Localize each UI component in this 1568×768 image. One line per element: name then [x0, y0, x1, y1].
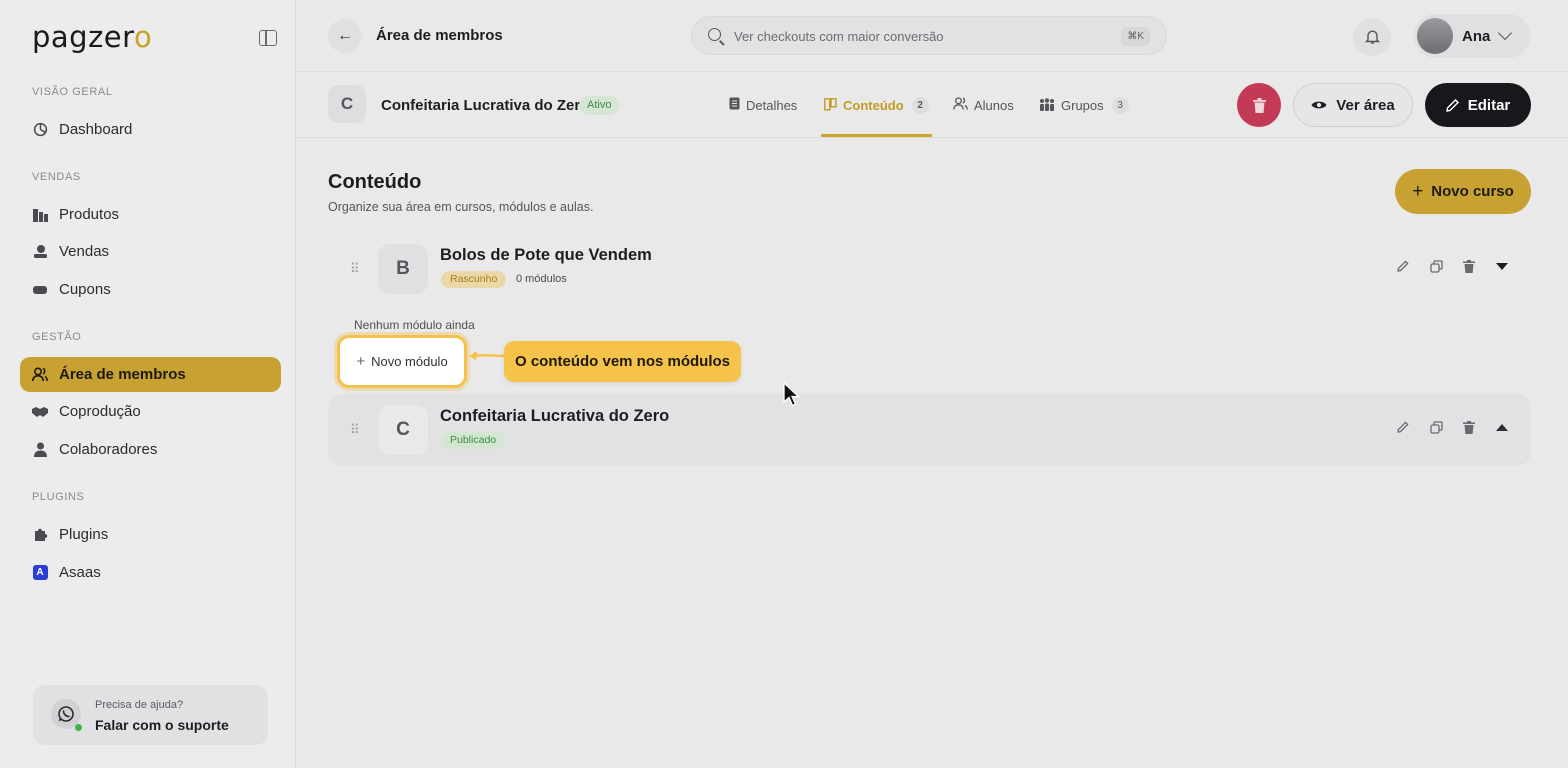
course-header: C Confeitaria Lucrativa do Zero Ativo De… — [297, 73, 1568, 138]
online-status-dot — [75, 724, 82, 731]
group-icon — [1039, 97, 1055, 114]
sidebar-item-produtos[interactable]: Produtos — [20, 197, 281, 232]
content-title: Conteúdo — [328, 171, 422, 193]
edit-button[interactable]: Editar — [1425, 83, 1531, 127]
arrow-left-icon: ← — [337, 27, 353, 44]
sidebar: pagzero VISÃO GERAL Dashboard VENDAS Pro… — [0, 0, 296, 768]
tab-grupos[interactable]: Grupos 3 — [1039, 97, 1129, 114]
puzzle-icon — [32, 527, 48, 543]
course-row[interactable]: ⠿ C Confeitaria Lucrativa do Zero Public… — [328, 394, 1531, 466]
pencil-icon — [1445, 98, 1459, 112]
user-menu[interactable]: Ana — [1414, 14, 1530, 58]
tab-conteudo[interactable]: Conteúdo 2 — [824, 97, 929, 114]
page-title: Área de membros — [376, 27, 503, 44]
empty-modules-text: Nenhum módulo ainda — [354, 318, 475, 332]
sidebar-item-asaas[interactable]: A Asaas — [20, 555, 281, 590]
active-tab-indicator — [821, 134, 932, 137]
content-subtitle: Organize sua área em cursos, módulos e a… — [328, 200, 594, 214]
bell-icon — [1364, 30, 1380, 44]
search-shortcut: ⌘K — [1121, 27, 1150, 46]
members-icon — [32, 367, 48, 383]
user-icon — [32, 442, 48, 458]
topbar: ← Área de membros Ver checkouts com maio… — [297, 0, 1568, 72]
eye-icon — [1311, 101, 1327, 109]
new-module-button[interactable]: + Novo módulo — [337, 335, 467, 388]
course-title: Confeitaria Lucrativa do Zero — [381, 97, 590, 114]
drag-handle-icon[interactable]: ⠿ — [350, 261, 359, 277]
onboarding-tooltip: O conteúdo vem nos módulos — [504, 341, 741, 382]
sales-icon — [32, 244, 48, 260]
sidebar-item-coproducao[interactable]: Coprodução — [20, 394, 281, 429]
section-label-gestao: GESTÃO — [32, 331, 82, 343]
section-label-visao-geral: VISÃO GERAL — [32, 86, 113, 98]
tab-count: 3 — [1111, 97, 1129, 114]
users-icon — [953, 97, 968, 113]
support-question: Precisa de ajuda? — [95, 699, 184, 711]
status-badge: Publicado — [441, 432, 506, 449]
sidebar-item-colaboradores[interactable]: Colaboradores — [20, 432, 281, 467]
edit-icon[interactable] — [1396, 420, 1410, 434]
drag-handle-icon[interactable]: ⠿ — [350, 422, 359, 438]
chevron-up-icon[interactable] — [1495, 420, 1509, 434]
tooltip-pointer-icon — [469, 351, 505, 360]
section-label-plugins: PLUGINS — [32, 491, 85, 503]
notifications-button[interactable] — [1353, 18, 1391, 56]
sidebar-item-vendas[interactable]: Vendas — [20, 234, 281, 269]
trash-icon — [1252, 97, 1266, 113]
chevron-down-icon — [1497, 25, 1513, 41]
sidebar-item-area-de-membros[interactable]: Área de membros — [20, 357, 281, 392]
course-name: Bolos de Pote que Vendem — [440, 246, 652, 264]
view-area-button[interactable]: Ver área — [1293, 83, 1413, 127]
logo[interactable]: pagzero — [32, 20, 152, 54]
avatar — [1417, 18, 1453, 54]
coupon-icon — [32, 282, 48, 298]
mouse-cursor-icon — [783, 382, 801, 407]
back-button[interactable]: ← — [328, 19, 362, 53]
user-name: Ana — [1462, 28, 1491, 45]
sidebar-item-cupons[interactable]: Cupons — [20, 272, 281, 307]
tab-detalhes[interactable]: Detalhes — [729, 97, 797, 113]
module-count: 0 módulos — [516, 273, 567, 285]
tab-count: 2 — [911, 97, 929, 114]
new-course-button[interactable]: + Novo curso — [1395, 169, 1531, 214]
support-card[interactable]: Precisa de ajuda? Falar com o suporte — [33, 685, 268, 745]
sidebar-item-dashboard[interactable]: Dashboard — [20, 112, 281, 147]
dashboard-icon — [32, 122, 48, 138]
row-actions — [1396, 420, 1509, 434]
section-label-vendas: VENDAS — [32, 171, 81, 183]
handshake-icon — [32, 404, 48, 420]
document-icon — [729, 97, 740, 113]
course-avatar: C — [378, 405, 428, 455]
trash-icon[interactable] — [1462, 259, 1476, 273]
delete-course-button[interactable] — [1237, 83, 1281, 127]
course-avatar: C — [328, 85, 366, 123]
support-link[interactable]: Falar com o suporte — [95, 717, 229, 733]
edit-icon[interactable] — [1396, 259, 1410, 273]
chevron-down-icon[interactable] — [1495, 259, 1509, 273]
sidebar-item-plugins[interactable]: Plugins — [20, 517, 281, 552]
trash-icon[interactable] — [1462, 420, 1476, 434]
duplicate-icon[interactable] — [1429, 259, 1443, 273]
course-row[interactable]: ⠿ B Bolos de Pote que Vendem Rascunho 0 … — [328, 233, 1531, 305]
sidebar-collapse-icon[interactable] — [259, 30, 277, 46]
status-badge: Ativo — [579, 96, 620, 115]
plus-icon: + — [1412, 180, 1424, 202]
products-icon — [32, 207, 48, 223]
tab-alunos[interactable]: Alunos — [953, 97, 1014, 113]
search-icon — [708, 28, 721, 41]
duplicate-icon[interactable] — [1429, 420, 1443, 434]
course-avatar: B — [378, 244, 428, 294]
search-placeholder: Ver checkouts com maior conversão — [734, 29, 944, 44]
row-actions — [1396, 259, 1509, 273]
search-input[interactable]: Ver checkouts com maior conversão ⌘K — [691, 16, 1167, 55]
asaas-icon: A — [32, 565, 48, 581]
book-icon — [824, 97, 837, 114]
status-badge: Rascunho — [441, 271, 507, 288]
course-name: Confeitaria Lucrativa do Zero — [440, 407, 670, 425]
plus-icon: + — [356, 353, 366, 370]
